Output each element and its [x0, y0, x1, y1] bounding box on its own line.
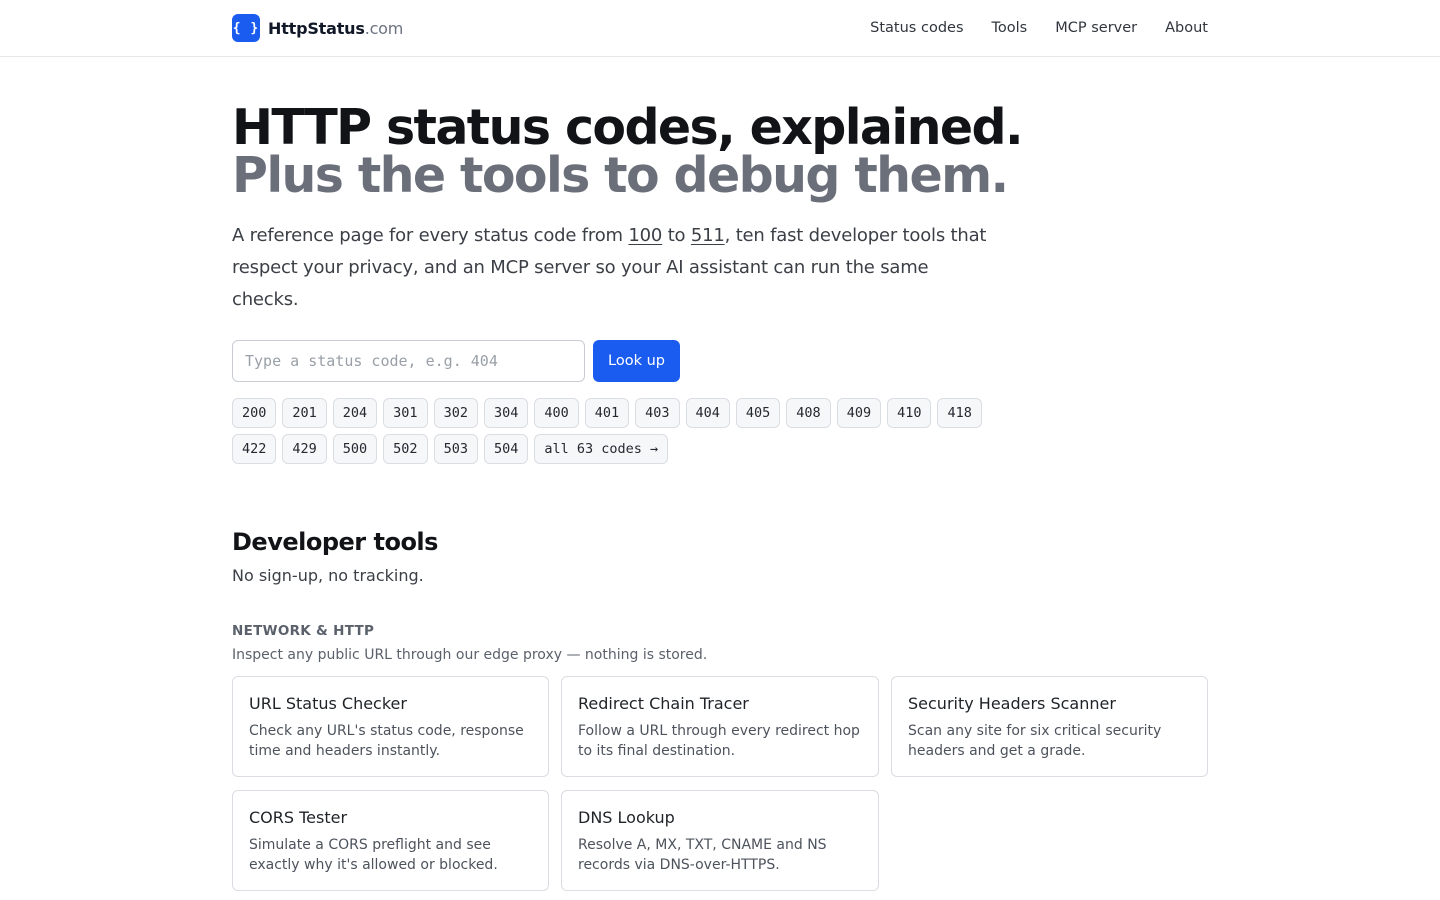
nav-about[interactable]: About	[1165, 20, 1208, 36]
status-code-chip-404[interactable]: 404	[685, 398, 730, 428]
status-code-chip-401[interactable]: 401	[584, 398, 630, 428]
brand-link[interactable]: { } HttpStatus.com	[232, 14, 403, 42]
top-bar: { } HttpStatus.com Status codes Tools MC…	[0, 0, 1440, 57]
status-code-chip-302[interactable]: 302	[433, 398, 478, 428]
tool-card-description: Scan any site for six critical security …	[908, 723, 1162, 759]
tool-card-title: URL Status Checker	[249, 694, 407, 713]
tool-card-description: Simulate a CORS preflight and see exactl…	[249, 837, 498, 873]
nav-mcp-server[interactable]: MCP server	[1055, 20, 1137, 36]
tool-card-title: CORS Tester	[249, 808, 348, 827]
lookup-form: Look up	[232, 340, 1208, 382]
tool-group-title: NETWORK & HTTP	[232, 623, 375, 639]
main-content: HTTP status codes, explained. Plus the t…	[232, 99, 1208, 891]
tool-card-redirect-chain-tracer[interactable]: Redirect Chain Tracer Follow a URL throu…	[561, 676, 879, 777]
tool-card-title: Redirect Chain Tracer	[578, 694, 749, 713]
all-codes-link[interactable]: all 63 codes →	[534, 434, 669, 464]
hero-title: HTTP status codes, explained.	[232, 99, 1024, 156]
status-code-chip-408[interactable]: 408	[786, 398, 831, 428]
tool-card-dns-lookup[interactable]: DNS Lookup Resolve A, MX, TXT, CNAME and…	[561, 790, 879, 891]
hero-subtitle: Plus the tools to debug them.	[232, 147, 1009, 204]
status-code-chip-405[interactable]: 405	[735, 398, 781, 428]
braces-logo-icon: { }	[232, 14, 260, 42]
status-code-chip-503[interactable]: 503	[433, 434, 478, 464]
status-code-chip-201[interactable]: 201	[282, 398, 327, 428]
tool-card-url-status-checker[interactable]: URL Status Checker Check any URL's statu…	[232, 676, 549, 777]
tool-card-description: Follow a URL through every redirect hop …	[578, 723, 860, 759]
lookup-button[interactable]: Look up	[593, 340, 680, 382]
status-code-chip-500[interactable]: 500	[332, 434, 378, 464]
brand-name: HttpStatus.com	[268, 19, 403, 38]
status-code-chip-418[interactable]: 418	[937, 398, 982, 428]
brand-tld: .com	[364, 18, 404, 38]
nav-tools[interactable]: Tools	[992, 20, 1028, 36]
tool-card-description: Resolve A, MX, TXT, CNAME and NS records…	[578, 837, 827, 873]
link-code-100[interactable]: 100	[628, 225, 662, 246]
tool-card-title: Security Headers Scanner	[908, 694, 1116, 713]
top-bar-inner: { } HttpStatus.com Status codes Tools MC…	[232, 0, 1208, 56]
tool-card-title: DNS Lookup	[578, 808, 675, 827]
tool-cards: URL Status Checker Check any URL's statu…	[232, 676, 1208, 891]
status-code-chip-301[interactable]: 301	[383, 398, 428, 428]
nav-status-codes[interactable]: Status codes	[870, 20, 963, 36]
status-code-chip-502[interactable]: 502	[383, 434, 428, 464]
tool-group-description: Inspect any public URL through our edge …	[232, 647, 708, 663]
status-code-chip-204[interactable]: 204	[332, 398, 378, 428]
status-code-chip-409[interactable]: 409	[836, 398, 882, 428]
tools-section-subtitle: No sign-up, no tracking.	[232, 566, 424, 585]
tool-card-description: Check any URL's status code, response ti…	[249, 723, 524, 759]
status-code-chip-429[interactable]: 429	[282, 434, 327, 464]
status-code-input[interactable]	[232, 340, 585, 382]
tools-section-title: Developer tools	[232, 528, 438, 556]
tool-card-security-headers-scanner[interactable]: Security Headers Scanner Scan any site f…	[891, 676, 1208, 777]
brand-name-main: HttpStatus	[268, 18, 365, 38]
status-code-chip-422[interactable]: 422	[232, 434, 277, 464]
status-code-chip-504[interactable]: 504	[483, 434, 529, 464]
status-code-chip-400[interactable]: 400	[534, 398, 579, 428]
status-code-chip-403[interactable]: 403	[635, 398, 680, 428]
status-code-chip-200[interactable]: 200	[232, 398, 277, 428]
main-nav: Status codes Tools MCP server About	[842, 20, 1208, 36]
tool-card-cors-tester[interactable]: CORS Tester Simulate a CORS preflight an…	[232, 790, 549, 891]
status-code-chips: 200 201 204 301 302 304 400 401 403 404 405 408 409 4…	[232, 398, 992, 464]
hero-desc-text-1: A reference page for every status code f…	[232, 225, 629, 246]
status-code-chip-304[interactable]: 304	[483, 398, 529, 428]
status-code-chip-410[interactable]: 410	[887, 398, 932, 428]
link-code-511[interactable]: 511	[691, 225, 725, 246]
hero-desc-text-2: to	[662, 225, 691, 246]
hero-description: A reference page for every status code f…	[232, 220, 992, 316]
